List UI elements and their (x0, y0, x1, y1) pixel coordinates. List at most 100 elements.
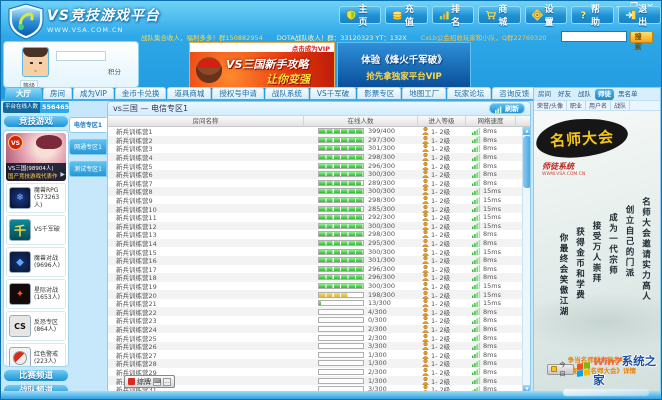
left-sidebar: 平台在线人数 556465人 竞技游戏 VS VS三国(98904人) 国产竞技… (3, 102, 69, 393)
occupancy-bar (318, 249, 364, 255)
windows-logo-icon (577, 362, 590, 377)
social-tab[interactable]: 好友 (555, 89, 574, 100)
social-tab[interactable]: 师徒 (595, 89, 614, 100)
app-window: VS竞技游戏平台 WWW.VSA.COM.CN – ❐ × 主页 充值 排名 商… (0, 0, 662, 400)
banner-qianjunpo-vip[interactable]: 体验《烽火千军破》 抢先拿独家平台VIP (337, 42, 471, 88)
column-online-count[interactable]: 在线人数 (304, 116, 418, 127)
ad-verse: 成为一代宗师 (607, 197, 619, 357)
games-category-button[interactable]: 竞技游戏 (3, 115, 69, 128)
ping-signal-icon (472, 257, 481, 264)
username-field (56, 51, 106, 61)
game-item-qianjunpo[interactable]: 千 VS千军破 (6, 215, 66, 245)
occupancy-bar (318, 163, 364, 169)
mall-button[interactable]: 商城 (478, 6, 521, 24)
main-tab[interactable]: 房间 (43, 87, 72, 99)
social-tab[interactable]: 黑名单 (615, 89, 641, 100)
social-tab[interactable]: 战队 (575, 89, 594, 100)
avatar[interactable] (22, 47, 49, 77)
ping-signal-icon (472, 317, 481, 324)
main-tab[interactable]: 成为VIP (73, 87, 114, 99)
bar-chart-icon (439, 9, 450, 21)
search-button[interactable]: 搜索 (630, 31, 653, 43)
game-item-warcraft-rpg[interactable]: ❄ 魔兽RPG(573263人) (6, 183, 66, 213)
room-list-panel: vs三国 — 电信专区1 刷新 房间名称 在线人数 进入等级 网络速度 新兵训练… (107, 101, 531, 393)
ime-mode-label[interactable]: 综牌 (137, 377, 151, 387)
become-vip-link[interactable]: 点击成为VIP (292, 43, 330, 53)
main-tab[interactable]: 咨询反馈 (492, 87, 536, 99)
watermark-url-blur (563, 389, 649, 396)
question-icon: ? (578, 9, 589, 21)
game-item-counterstrike[interactable]: CS 反恐专区(864人) (6, 311, 66, 341)
scroll-up-icon[interactable]: ▲ (523, 127, 531, 135)
chevron-right-icon[interactable]: ▶ (60, 171, 65, 178)
settings-button[interactable]: 设置 (525, 6, 567, 24)
main-tab[interactable]: VS千军破 (310, 87, 356, 99)
gear-icon (532, 9, 543, 21)
occupancy-bar (318, 326, 364, 332)
watermark-chip: 今日 (547, 364, 574, 375)
right-panel: 房间好友战队师徒黑名单 荣誉/头像职业用户名战队 名师大会 师徒系统 WWW.V… (533, 87, 661, 393)
refresh-button[interactable]: 刷新 (489, 103, 525, 114)
recharge-button[interactable]: 充值 (385, 6, 427, 24)
ad-verse: 创立自己的门派 (623, 197, 635, 357)
ping-signal-icon (472, 325, 481, 332)
game-list-panel: VS VS三国(98904人) 国产竞技游戏代表作 ▶ ❄ 魔兽RPG(5732… (3, 130, 69, 367)
ping-signal-icon (472, 231, 481, 238)
ime-toolbar[interactable]: 综牌 ⌨ … (124, 375, 175, 388)
ime-settings-icon[interactable]: … (163, 378, 171, 386)
occupancy-bar (318, 214, 364, 220)
main-tab[interactable]: 道具商城 (167, 87, 211, 99)
zone-tab-test[interactable]: 测试专区1 (69, 161, 107, 177)
counterstrike-icon: CS (9, 315, 31, 337)
occupancy-bar (318, 231, 364, 237)
ime-logo-icon[interactable] (128, 378, 135, 385)
game-item-redalert[interactable]: 红色警戒(223人) (6, 343, 66, 367)
ime-keyboard-icon[interactable]: ⌨ (153, 378, 161, 386)
ping-signal-icon (472, 282, 481, 289)
rank-button[interactable]: 排名 (432, 6, 474, 24)
main-tab[interactable]: 大厅 (5, 87, 42, 99)
app-title: VS竞技游戏平台 (47, 5, 160, 25)
ping-signal-icon (472, 162, 481, 169)
column-room-name[interactable]: 房间名称 (108, 116, 304, 127)
main-tab[interactable]: 影票专区 (357, 87, 401, 99)
help-button[interactable]: ? 帮助 (571, 6, 613, 24)
featured-game-sanguo[interactable]: VS VS三国(98904人) 国产竞技游戏代表作 ▶ (6, 133, 66, 181)
zone-tab-netcom[interactable]: 网通专区1 (69, 139, 107, 155)
occupancy-bar (318, 283, 364, 289)
search-input[interactable] (561, 31, 627, 42)
banner-sanguo-guide[interactable]: 点击成为VIP VS三国新手攻略 让你变强 (189, 42, 335, 88)
main-tab[interactable]: 玩家论坛 (447, 87, 491, 99)
social-tab[interactable]: 房间 (535, 89, 554, 100)
main-tab[interactable]: 地图工厂 (402, 87, 446, 99)
ping-signal-icon (472, 222, 481, 229)
ad-vertical-text: 名师大会邀请实力高人创立自己的门派成为一代宗师接受万人崇拜获得金币和学费你最终会… (538, 197, 656, 357)
ticker-segment: DOTA战队收人！群：33120323 YT：132X (277, 32, 407, 42)
ticker-segment: 战队集合收人，福利多多！群150882954 (141, 32, 263, 42)
main-tab[interactable]: 授权号申请 (212, 87, 264, 99)
game-item-warcraft-battle[interactable]: ◆ 魔兽对战(9696人) (6, 247, 66, 277)
match-channel-button[interactable]: 比赛频道 (3, 369, 69, 382)
online-counter: 平台在线人数 556465人 (3, 102, 69, 113)
occupancy-bar (318, 343, 364, 349)
qianjunpo-icon: 千 (9, 219, 31, 241)
ink-brush-shape: 名师大会 (535, 116, 629, 160)
home-button[interactable]: 主页 (339, 6, 381, 24)
ad-verse: 名师大会邀请实力高人 (640, 197, 652, 357)
exit-button[interactable]: 退出 (618, 6, 661, 24)
ping-signal-icon (472, 308, 481, 315)
ping-signal-icon (472, 136, 481, 143)
main-tab[interactable]: 金币卡兑换 (115, 87, 167, 99)
main-tab[interactable]: 战队系统 (265, 87, 309, 99)
cart-icon (485, 9, 496, 21)
game-item-starcraft[interactable]: ✦ 星际对战(1653人) (6, 279, 66, 309)
column-network-speed[interactable]: 网络速度 (466, 116, 516, 127)
occupancy-bar (318, 369, 364, 375)
table-scrollbar[interactable]: ▲ ▼ (522, 127, 530, 393)
occupancy-bar (318, 128, 364, 134)
social-columns: 荣誉/头像职业用户名战队 (534, 100, 660, 111)
redalert-icon (9, 347, 31, 367)
zone-tab-telecom[interactable]: 电信专区1 (69, 117, 107, 133)
scrollbar-thumb[interactable] (523, 136, 531, 188)
column-entry-level[interactable]: 进入等级 (418, 116, 466, 127)
